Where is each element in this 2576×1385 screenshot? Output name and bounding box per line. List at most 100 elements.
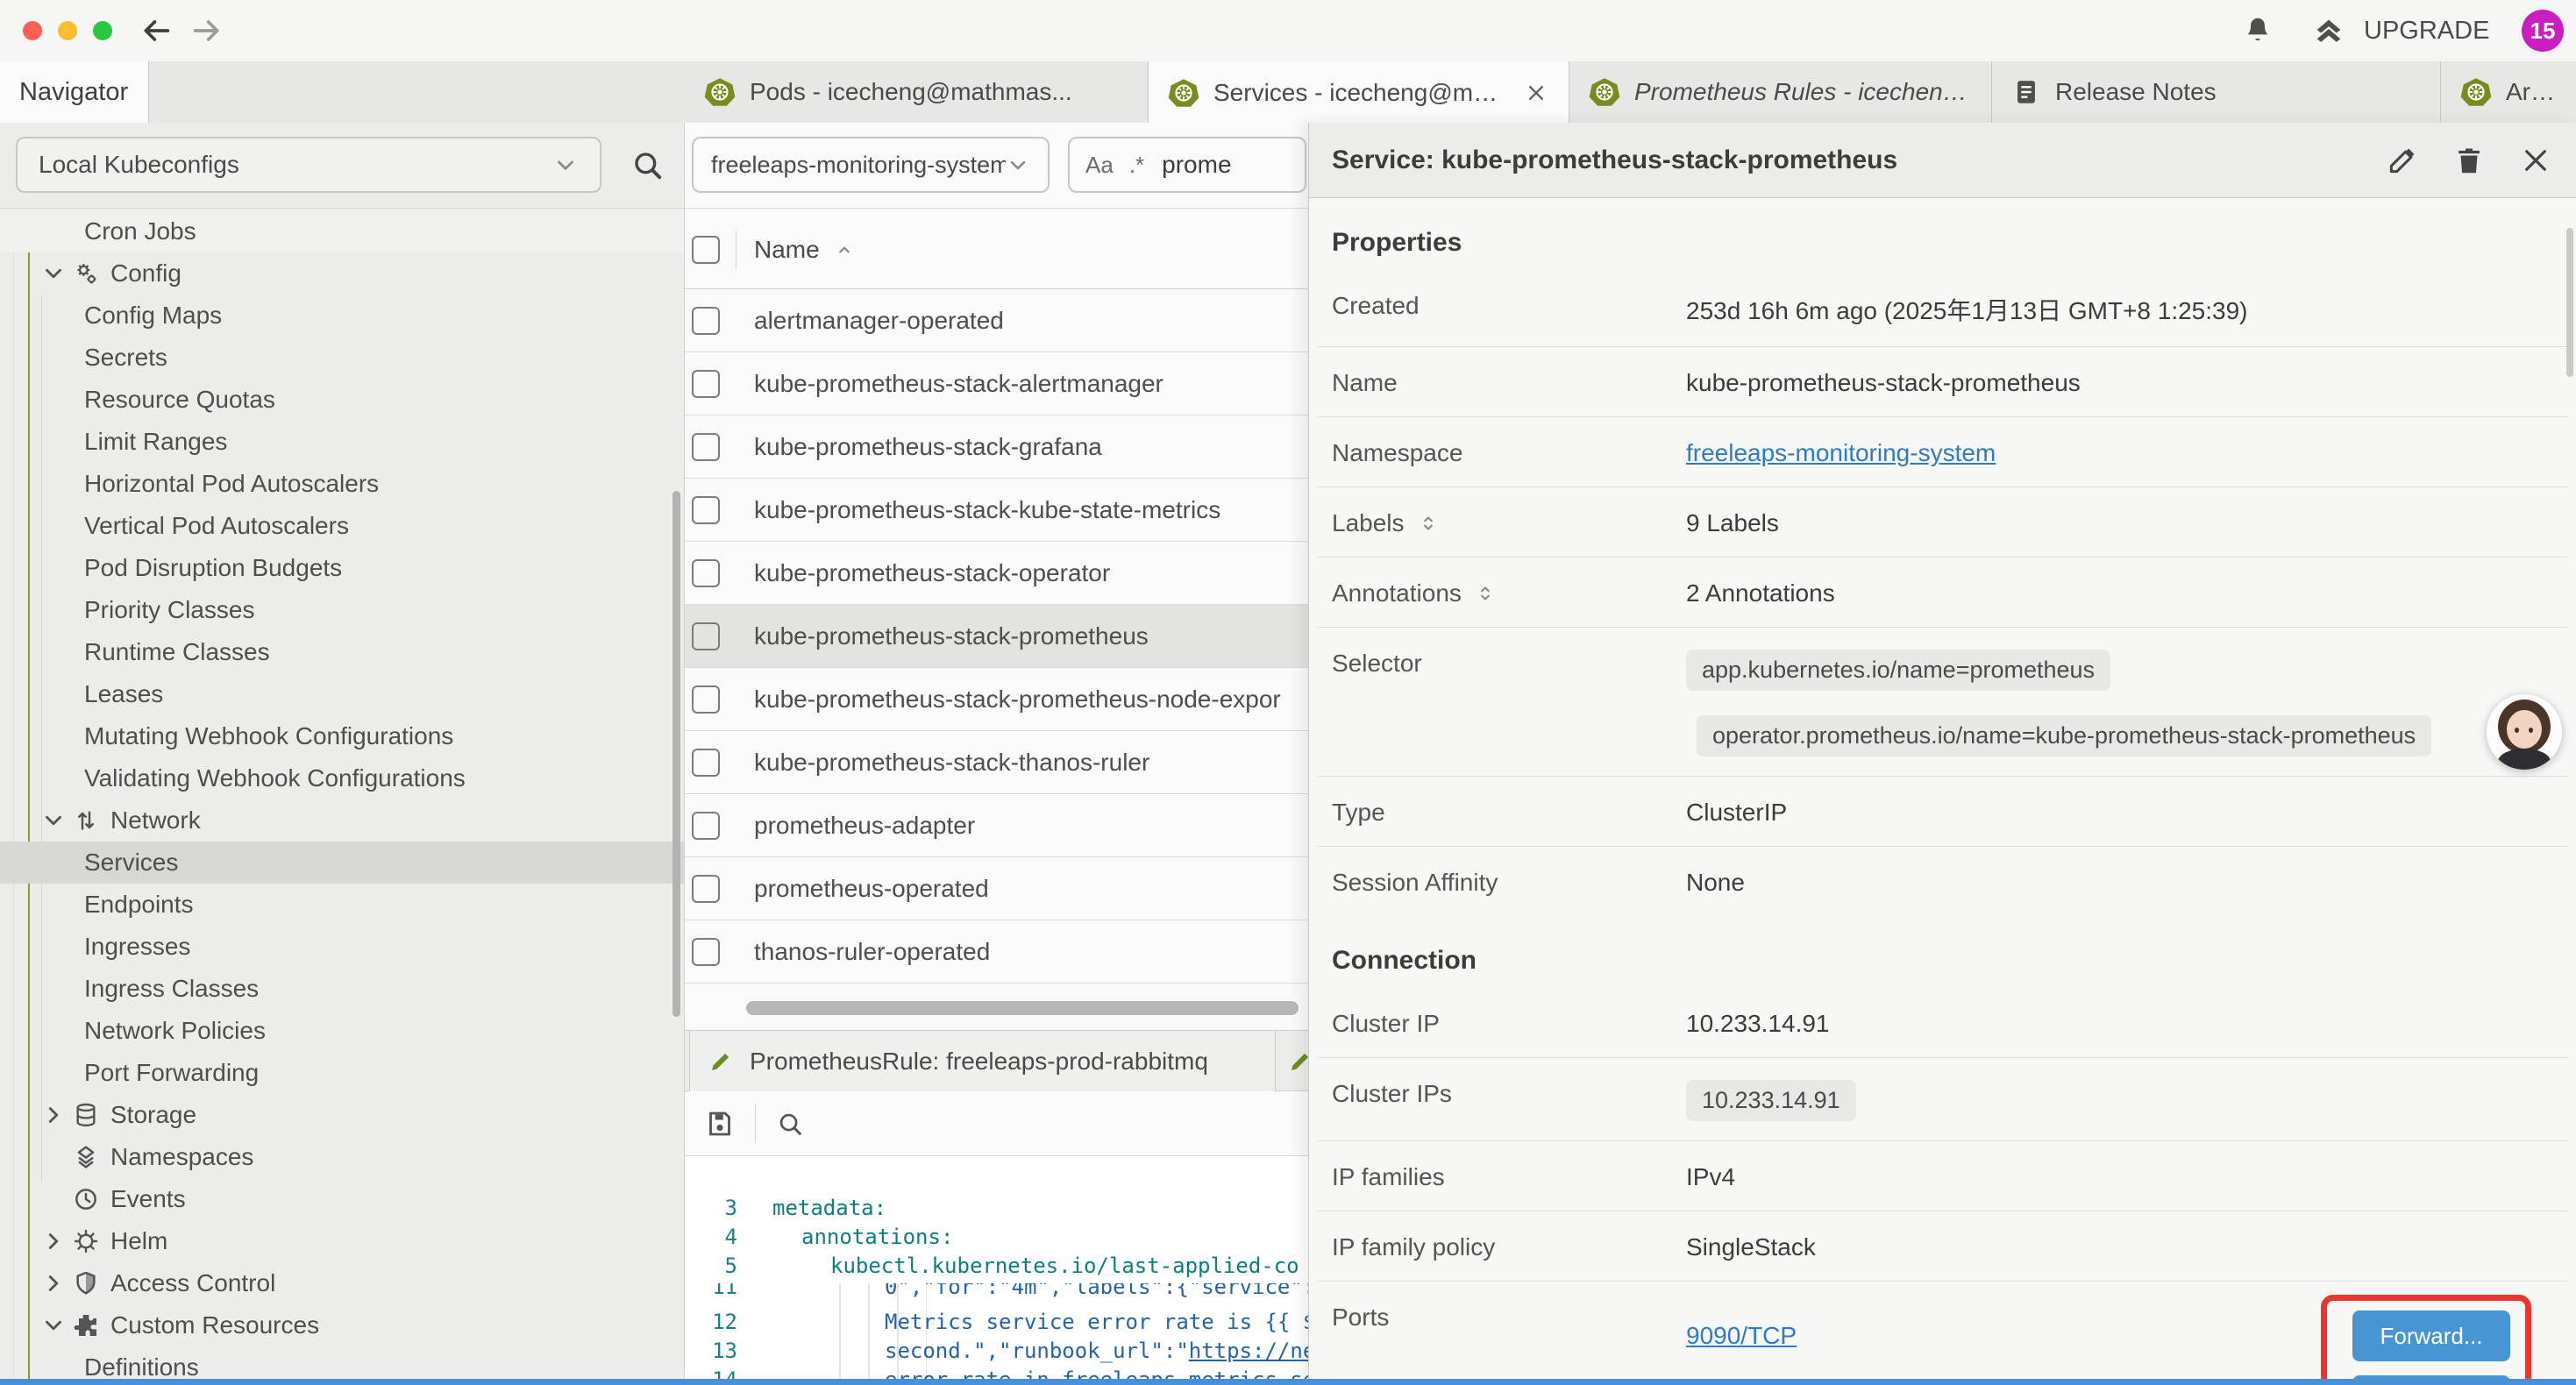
forward-button-9090[interactable]: Forward...: [2352, 1310, 2510, 1361]
sidebar-item-mutating-webhook-configurations[interactable]: Mutating Webhook Configurations: [0, 715, 685, 757]
port-link-9090[interactable]: 9090/TCP: [1686, 1322, 1797, 1350]
zoom-window-light[interactable]: [93, 21, 112, 40]
table-row[interactable]: thanos-ruler-operated: [685, 920, 1308, 984]
table-row[interactable]: kube-prometheus-stack-alertmanager: [685, 352, 1308, 416]
sidebar-item-services[interactable]: Services: [0, 842, 685, 884]
search-icon[interactable]: [630, 147, 665, 182]
sidebar-item-vertical-pod-autoscalers[interactable]: Vertical Pod Autoscalers: [0, 505, 685, 547]
yaml-editor[interactable]: 3metadata: 4annotations: 5kubectl.kubern…: [685, 1155, 1308, 1385]
editor-tab-partial[interactable]: [1277, 1031, 1308, 1091]
table-row[interactable]: prometheus-adapter: [685, 794, 1308, 857]
namespaces-icon: [72, 1143, 110, 1171]
row-checkbox[interactable]: [692, 622, 720, 650]
detail-scrollbar[interactable]: [2566, 228, 2573, 377]
sidebar-item-leases[interactable]: Leases: [0, 673, 685, 715]
minimize-window-light[interactable]: [58, 21, 77, 40]
row-checkbox[interactable]: [692, 370, 720, 398]
table-row[interactable]: kube-prometheus-stack-thanos-ruler: [685, 731, 1308, 794]
list-search-box[interactable]: Aa .*: [1068, 137, 1306, 193]
upgrade-chevrons-icon[interactable]: [2311, 14, 2346, 49]
table-row-selected[interactable]: kube-prometheus-stack-prometheus: [685, 605, 1308, 668]
sidebar-item-runtime-classes[interactable]: Runtime Classes: [0, 631, 685, 673]
sidebar-item-config[interactable]: Config: [0, 252, 685, 295]
tab-argo[interactable]: Argo Se: [2441, 61, 2576, 123]
notification-count-badge[interactable]: 15: [2522, 10, 2564, 52]
editor-line: 3metadata:: [685, 1193, 1308, 1222]
sort-ascending-icon[interactable]: [832, 238, 857, 262]
row-checkbox[interactable]: [692, 812, 720, 840]
close-icon[interactable]: [1523, 80, 1549, 106]
row-checkbox[interactable]: [692, 938, 720, 966]
sidebar-item-endpoints[interactable]: Endpoints: [0, 884, 685, 926]
sidebar-item-network-policies[interactable]: Network Policies: [0, 1010, 685, 1052]
search-icon[interactable]: [775, 1109, 805, 1139]
divider: [755, 1104, 756, 1143]
row-checkbox[interactable]: [692, 307, 720, 335]
row-checkbox[interactable]: [692, 749, 720, 777]
kubeconfig-select[interactable]: Local Kubeconfigs: [16, 137, 601, 193]
name-column-header[interactable]: Name: [754, 236, 820, 264]
table-row[interactable]: kube-prometheus-stack-kube-state-metrics: [685, 479, 1308, 542]
tab-release-notes[interactable]: Release Notes: [1992, 61, 2441, 123]
sidebar-item-port-forwarding[interactable]: Port Forwarding: [0, 1052, 685, 1094]
sidebar-item-validating-webhook-configurations[interactable]: Validating Webhook Configurations: [0, 757, 685, 799]
row-checkbox[interactable]: [692, 875, 720, 903]
detail-row-namespace: Namespace freeleaps-monitoring-system: [1318, 417, 2568, 487]
back-arrow-icon[interactable]: [139, 13, 174, 48]
tab-prometheus-rules[interactable]: Prometheus Rules - icecheng...: [1569, 61, 1992, 123]
table-row[interactable]: alertmanager-operated: [685, 289, 1308, 352]
sidebar-item-limit-ranges[interactable]: Limit Ranges: [0, 421, 685, 463]
table-row[interactable]: prometheus-operated: [685, 857, 1308, 920]
runbook-url-link[interactable]: https://net: [1189, 1339, 1308, 1363]
delete-trash-icon[interactable]: [2452, 144, 2486, 177]
sidebar-item-cron-jobs[interactable]: Cron Jobs: [0, 210, 685, 252]
regex-toggle[interactable]: .*: [1129, 152, 1144, 179]
sidebar-item-helm[interactable]: Helm: [0, 1220, 685, 1262]
search-input[interactable]: [1160, 150, 1269, 180]
sidebar-item-resource-quotas[interactable]: Resource Quotas: [0, 379, 685, 421]
expander-icon[interactable]: [1417, 512, 1440, 535]
navigator-panel-tab[interactable]: Navigator: [0, 61, 149, 124]
tab-services[interactable]: Services - icecheng@math...: [1149, 61, 1569, 124]
sidebar-item-namespaces[interactable]: Namespaces: [0, 1136, 685, 1178]
edit-pencil-icon[interactable]: [2386, 144, 2419, 177]
sidebar-item-priority-classes[interactable]: Priority Classes: [0, 589, 685, 631]
sidebar-item-pod-disruption-budgets[interactable]: Pod Disruption Budgets: [0, 547, 685, 589]
select-all-checkbox[interactable]: [692, 236, 720, 264]
sidebar-scrollbar[interactable]: [672, 491, 680, 1017]
namespace-select[interactable]: freeleaps-monitoring-system: [692, 137, 1050, 193]
table-row[interactable]: kube-prometheus-stack-grafana: [685, 416, 1308, 479]
assistant-avatar[interactable]: [2487, 694, 2562, 770]
sidebar-item-storage[interactable]: Storage: [0, 1094, 685, 1136]
row-checkbox[interactable]: [692, 559, 720, 587]
row-checkbox[interactable]: [692, 433, 720, 461]
close-window-light[interactable]: [23, 21, 42, 40]
row-checkbox[interactable]: [692, 685, 720, 714]
namespace-link[interactable]: freeleaps-monitoring-system: [1686, 439, 1996, 466]
sidebar-item-events[interactable]: Events: [0, 1178, 685, 1220]
sidebar-item-ingresses[interactable]: Ingresses: [0, 926, 685, 968]
sidebar-item-access-control[interactable]: Access Control: [0, 1262, 685, 1304]
sidebar-item-horizontal-pod-autoscalers[interactable]: Horizontal Pod Autoscalers: [0, 463, 685, 505]
table-row[interactable]: kube-prometheus-stack-operator: [685, 542, 1308, 605]
expander-icon[interactable]: [1474, 582, 1497, 605]
sidebar-item-config-maps[interactable]: Config Maps: [0, 295, 685, 337]
save-icon[interactable]: [704, 1108, 736, 1140]
sidebar-item-secrets[interactable]: Secrets: [0, 337, 685, 379]
match-case-toggle[interactable]: Aa: [1085, 152, 1114, 179]
table-row[interactable]: kube-prometheus-stack-prometheus-node-ex…: [685, 668, 1308, 731]
chevron-down-icon: [40, 807, 72, 834]
editor-tab-prometheusrule[interactable]: PrometheusRule: freeleaps-prod-rabbitmq: [689, 1031, 1276, 1091]
forward-arrow-icon[interactable]: [189, 13, 224, 48]
sidebar-item-ingress-classes[interactable]: Ingress Classes: [0, 968, 685, 1010]
labels-count[interactable]: 9 Labels: [1686, 507, 2554, 537]
row-checkbox[interactable]: [692, 496, 720, 524]
sidebar-item-custom-resources[interactable]: Custom Resources: [0, 1304, 685, 1346]
horizontal-scrollbar[interactable]: [746, 1001, 1299, 1015]
close-icon[interactable]: [2519, 144, 2552, 177]
tab-pods[interactable]: Pods - icecheng@mathmas...: [685, 61, 1149, 123]
notification-bell-icon[interactable]: [2241, 14, 2274, 47]
sidebar-item-network[interactable]: Network: [0, 799, 685, 842]
upgrade-label[interactable]: UPGRADE: [2364, 17, 2489, 46]
annotations-count[interactable]: 2 Annotations: [1686, 577, 2554, 607]
